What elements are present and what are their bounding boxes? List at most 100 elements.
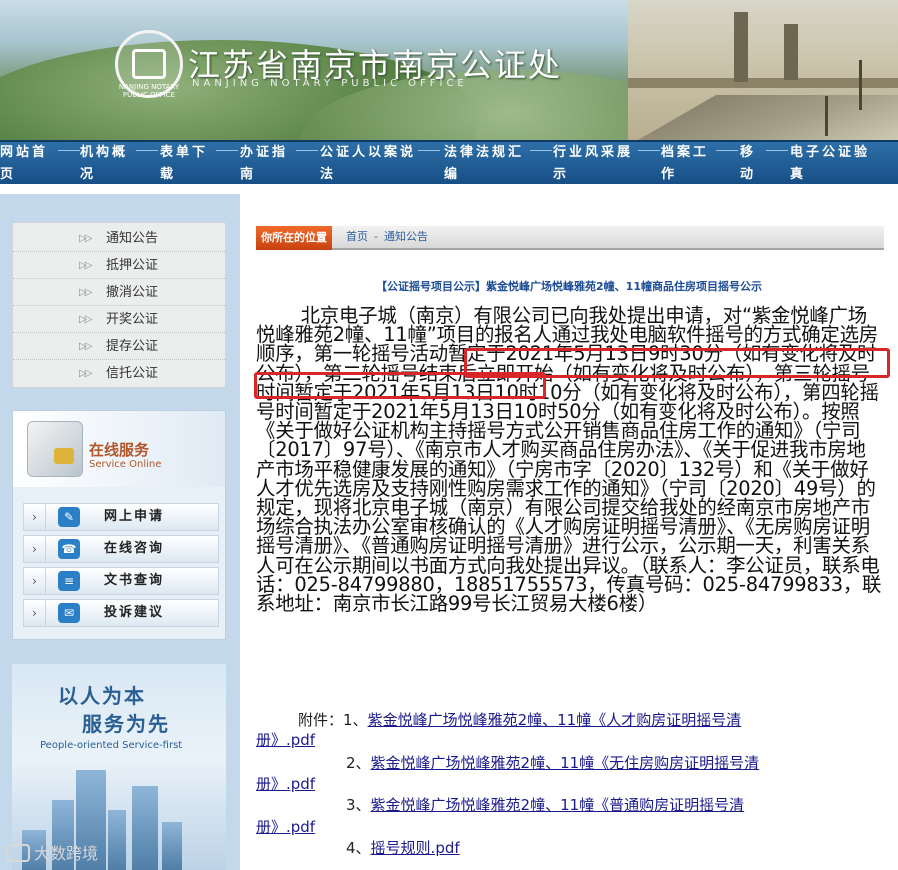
breadcrumb-home-link[interactable]: 首页 — [346, 230, 368, 243]
city-building — [132, 786, 158, 870]
nav-item-label: 公证人以案说 — [320, 145, 417, 160]
sidebar-item-notices[interactable]: ▷▷ 通知公告 — [13, 225, 227, 252]
sidebar-item-label: 信托公证 — [106, 366, 159, 381]
nav-item-archives[interactable]: 档案工 作 — [661, 142, 723, 186]
bridge-deck — [628, 78, 898, 88]
double-arrow-icon: ▷▷ — [79, 314, 92, 325]
nav-separator — [58, 150, 80, 151]
attachment-link[interactable]: 紫金悦峰广场悦峰雅苑2幢、11幢《无住房购房证明摇号清 — [371, 754, 760, 772]
breadcrumb-separator: - — [374, 230, 378, 243]
sidebar-item-label: 抵押公证 — [106, 258, 159, 273]
nav-item-cases[interactable]: 公证人以案说 法 — [320, 142, 420, 186]
nav-item-label: 编 — [444, 167, 461, 182]
laptop-lock-icon — [27, 421, 83, 477]
sidebar-item-label: 通知公告 — [106, 231, 159, 246]
sidebar-item-mortgage[interactable]: ▷▷ 抵押公证 — [13, 252, 227, 279]
nav-item-about[interactable]: 机构概 况 — [80, 142, 136, 186]
nav-item-label: 机构概 — [80, 145, 129, 160]
watermark-text: 大数跨境 — [34, 844, 99, 863]
sidebar-item-lottery[interactable]: ▷▷ 开奖公证 — [13, 306, 227, 333]
bridge-tower — [734, 12, 748, 82]
article-body: 北京电子城（南京）有限公司已向我处提出申请，对“紫金悦峰广场悦峰雅苑2幢、11幢… — [256, 304, 882, 616]
street-lamp — [859, 60, 862, 110]
nav-item-showcase[interactable]: 行业风采展 示 — [553, 142, 643, 186]
nav-item-forms[interactable]: 表单下 载 — [160, 142, 220, 186]
attachment-number: 1、 — [343, 711, 368, 729]
attachment-row: 4、摇号规则.pdf — [346, 837, 898, 858]
nav-separator — [296, 150, 318, 151]
nav-item-laws[interactable]: 法律法规汇 编 — [444, 142, 536, 186]
street-lamp — [825, 96, 828, 136]
site-subtitle: NANJING NOTARY PUBLIC OFFICE — [192, 78, 468, 89]
attachment-row: 附件：1、紫金悦峰广场悦峰雅苑2幢、11幢《人才购房证明摇号清 — [298, 709, 898, 730]
service-apply-online[interactable]: › ✎ 网上申请 — [23, 503, 219, 531]
nav-item-label: 网站首 — [0, 145, 49, 160]
nav-item-label: 行业风采展 — [553, 145, 634, 160]
nav-item-label: 表单下 — [160, 145, 209, 160]
nav-item-mobile[interactable]: 移 动 — [740, 142, 766, 186]
online-service-panel: 在线服务 Service Online › ✎ 网上申请 › ☎ 在线咨询 › … — [12, 410, 226, 640]
sidebar-item-revoke[interactable]: ▷▷ 撤消公证 — [13, 279, 227, 306]
nav-item-label: 办证指 — [240, 145, 289, 160]
service-complaint[interactable]: › ✉ 投诉建议 — [23, 599, 219, 627]
promo-line-1: 以人为本 — [58, 684, 146, 708]
nav-item-label: 示 — [553, 167, 570, 182]
service-consult-online[interactable]: › ☎ 在线咨询 — [23, 535, 219, 563]
double-arrow-icon: ▷▷ — [79, 341, 92, 352]
promo-line-2: 服务为先 — [82, 712, 170, 736]
attachment-number: 4、 — [346, 839, 371, 857]
nav-separator — [530, 150, 552, 151]
nav-item-label: 动 — [740, 167, 757, 182]
nav-item-label: 南 — [240, 167, 257, 182]
service-document-query[interactable]: › ≡ 文书查询 — [23, 567, 219, 595]
attachment-link[interactable]: 紫金悦峰广场悦峰雅苑2幢、11幢《普通购房证明摇号清 — [371, 796, 745, 814]
breadcrumb: 首页 - 通知公告 — [346, 226, 428, 248]
nav-separator — [716, 150, 738, 151]
nav-item-home[interactable]: 网站首 页 — [0, 142, 56, 186]
seal-text: NANJING NOTARY PUBLIC OFFICE — [118, 83, 180, 99]
nav-item-label: 档案工 — [661, 145, 710, 160]
double-arrow-icon: ▷▷ — [79, 233, 92, 244]
camera-icon — [6, 844, 30, 862]
city-building — [162, 822, 182, 870]
online-service-title: 在线服务 — [89, 441, 150, 459]
nav-item-guide[interactable]: 办证指 南 — [240, 142, 300, 186]
sidebar-item-label: 提存公证 — [106, 339, 159, 354]
nav-item-label: 页 — [0, 167, 17, 182]
location-bar: 你所在的位置 首页 - 通知公告 — [256, 226, 884, 250]
article-title: 【公证摇号项目公示】紫金悦峰广场悦峰雅苑2幢、11幢商品住房项目摇号公示 — [376, 280, 762, 293]
watermark: 大数跨境 — [6, 840, 98, 864]
nav-item-label: 作 — [661, 167, 678, 182]
nav-item-label: 法 — [320, 167, 337, 182]
sidebar-item-deposit[interactable]: ▷▷ 提存公证 — [13, 333, 227, 360]
attachment-row: 2、紫金悦峰广场悦峰雅苑2幢、11幢《无住房购房证明摇号清 — [346, 752, 898, 773]
nav-separator — [136, 150, 158, 151]
location-tag: 你所在的位置 — [256, 226, 332, 250]
service-label: 在线咨询 — [104, 541, 165, 556]
attachment-row: 册》.pdf — [256, 729, 896, 750]
chevron-right-icon: › — [24, 600, 46, 626]
attachment-link[interactable]: 紫金悦峰广场悦峰雅苑2幢、11幢《人才购房证明摇号清 — [368, 711, 742, 729]
sidebar-item-trust[interactable]: ▷▷ 信托公证 — [13, 360, 227, 387]
chevron-right-icon: › — [24, 568, 46, 594]
attachment-number: 2、 — [346, 754, 371, 772]
chevron-right-icon: › — [24, 504, 46, 530]
double-arrow-icon: ▷▷ — [79, 368, 92, 379]
attachment-link[interactable]: 册》.pdf — [256, 818, 315, 836]
attachment-number: 3、 — [346, 796, 371, 814]
attachment-link[interactable]: 摇号规则.pdf — [371, 839, 460, 857]
service-label: 网上申请 — [104, 509, 165, 524]
nav-item-label: 移 — [740, 145, 757, 160]
double-arrow-icon: ▷▷ — [79, 287, 92, 298]
attachment-link[interactable]: 册》.pdf — [256, 731, 315, 749]
nav-item-label: 真 — [790, 167, 807, 182]
nav-item-verify[interactable]: 电子公证验 真 — [790, 142, 890, 186]
nav-separator — [766, 150, 788, 151]
attachment-link[interactable]: 册》.pdf — [256, 775, 315, 793]
headset-icon: ☎ — [58, 539, 80, 559]
chat-icon: ✉ — [58, 603, 80, 623]
nav-separator — [418, 150, 440, 151]
breadcrumb-current-link[interactable]: 通知公告 — [384, 230, 428, 243]
attachment-row: 册》.pdf — [256, 816, 896, 837]
service-label: 文书查询 — [104, 573, 165, 588]
